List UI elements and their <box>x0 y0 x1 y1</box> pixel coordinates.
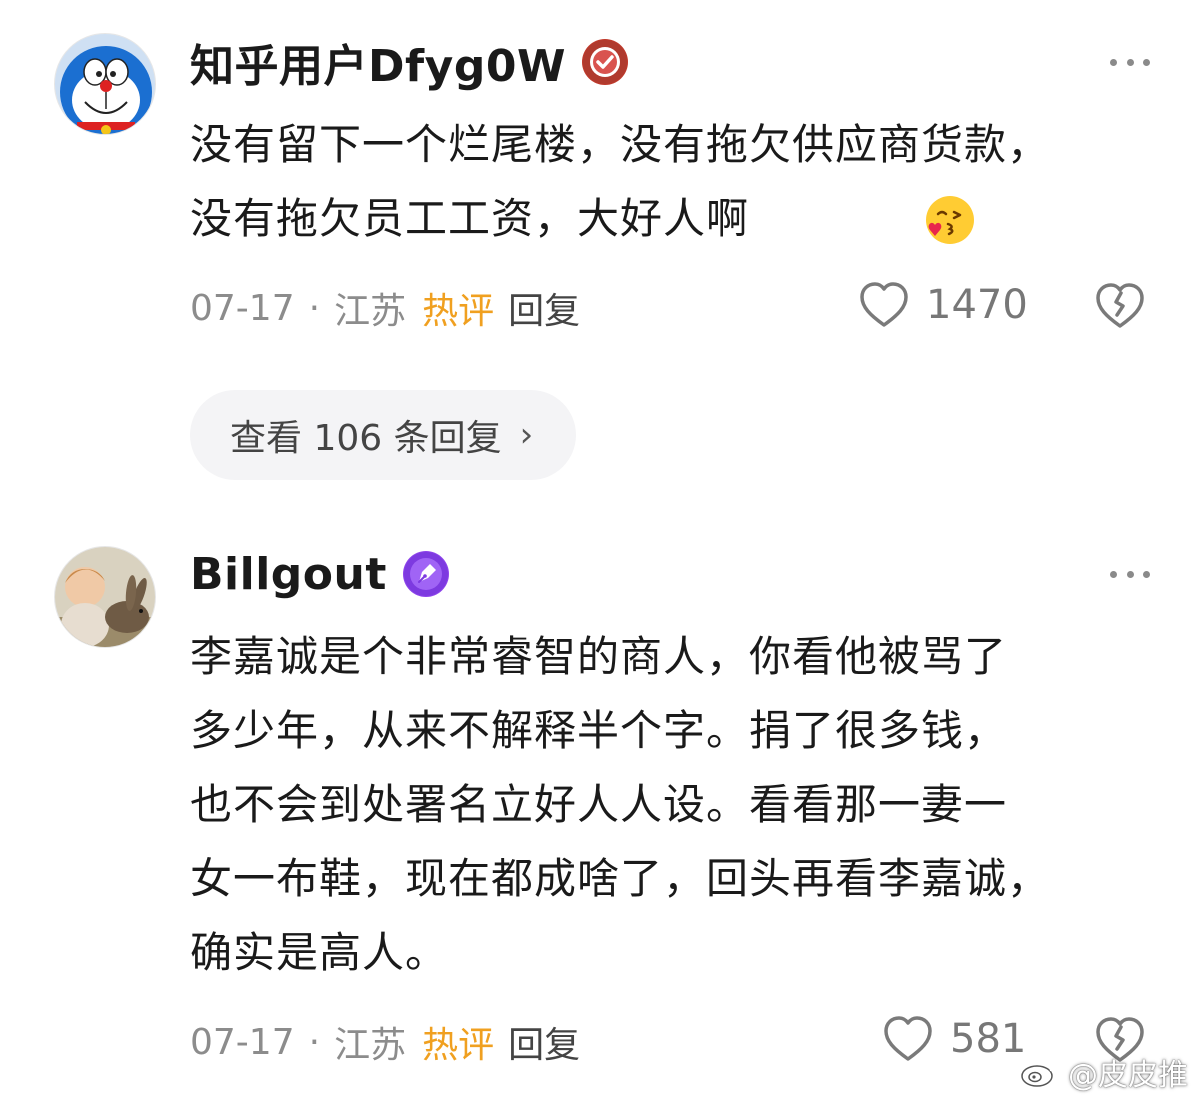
like-button[interactable]: 581 <box>882 1015 1026 1063</box>
meta-separator: · <box>308 1021 321 1063</box>
comment-location: 江苏 <box>334 1025 407 1066</box>
comment-text-line: 确实是高人。 <box>190 928 449 977</box>
pen-nib-icon <box>402 551 449 597</box>
comment-item: Billgout 李嘉诚是个非常睿智的商人，你看他被骂了 多少年，从来不解释半个… <box>0 0 1198 1106</box>
weibo-logo-icon <box>1021 1059 1058 1087</box>
hot-comment-label: 热评 <box>422 1025 495 1066</box>
username-row: Billgout <box>190 544 449 604</box>
comment-text-line: 也不会到处署名立好人人设。看看那一妻一 <box>190 780 1008 829</box>
reply-button[interactable]: 回复 <box>508 1016 580 1068</box>
watermark-text: @皮皮推 <box>1068 1058 1188 1093</box>
comment-text: 李嘉诚是个非常睿智的商人，你看他被骂了 多少年，从来不解释半个字。捐了很多钱， … <box>190 620 1160 990</box>
avatar[interactable] <box>54 546 156 648</box>
comment-text-line: 李嘉诚是个非常睿智的商人，你看他被骂了 <box>190 632 1008 681</box>
like-count: 581 <box>950 1016 1027 1062</box>
child-with-rabbit-avatar-icon <box>55 547 155 647</box>
comment-meta: 07-17 · 江苏 热评 回复 <box>190 1017 580 1067</box>
more-options-icon[interactable] <box>1110 564 1150 584</box>
comment-date: 07-17 <box>190 1021 295 1063</box>
comment-text-line: 多少年，从来不解释半个字。捐了很多钱， <box>190 706 1008 755</box>
comment-text-line: 女一布鞋，现在都成啥了，回头再看李嘉诚， <box>190 854 1051 903</box>
watermark: @皮皮推 <box>1020 1050 1188 1094</box>
username[interactable]: Billgout <box>190 549 387 600</box>
heart-icon <box>884 1016 932 1061</box>
